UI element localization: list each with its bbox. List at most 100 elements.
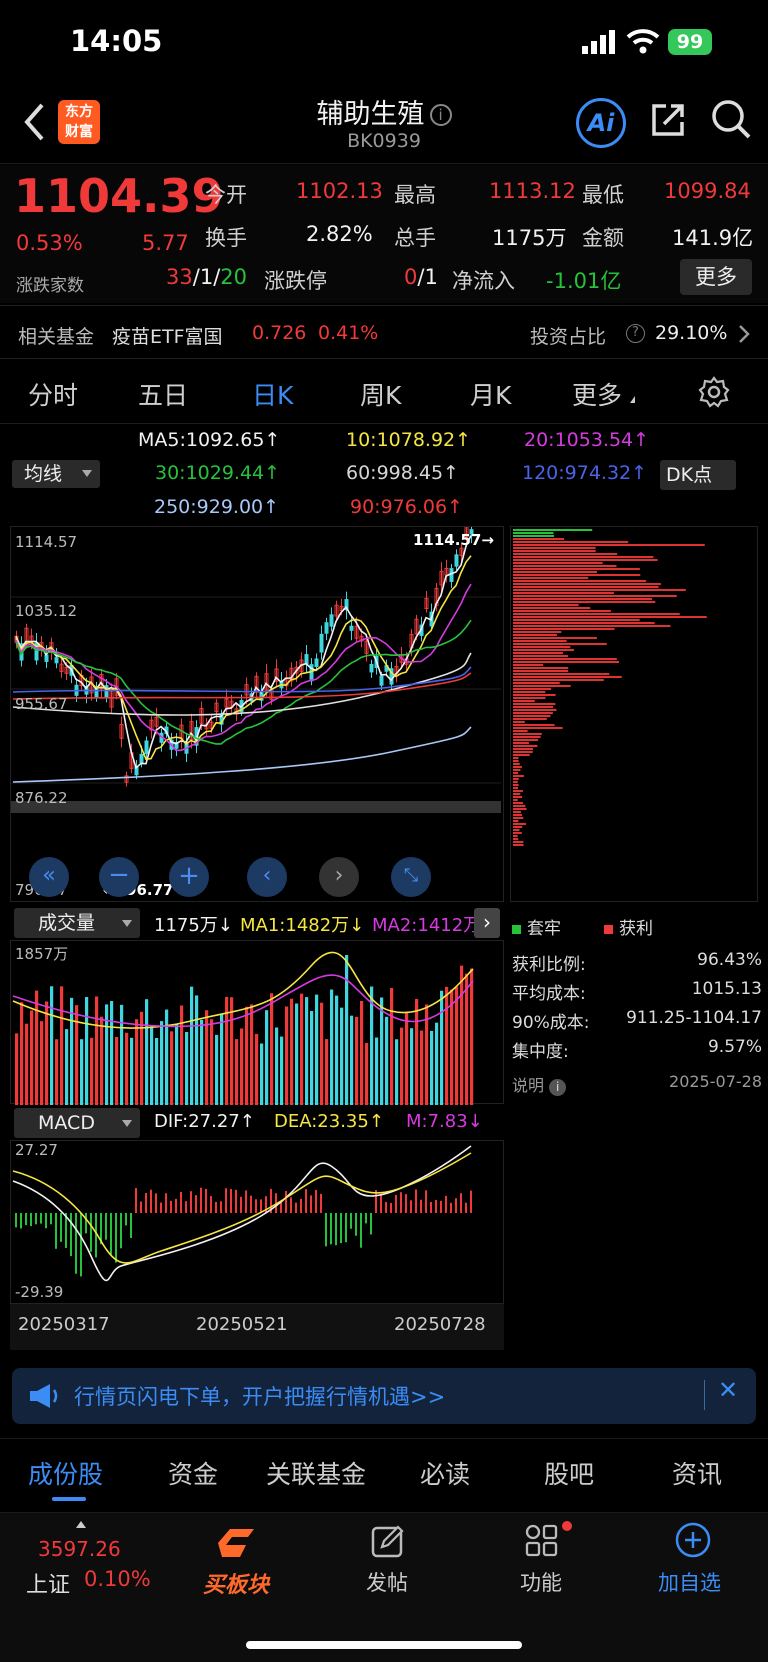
y-label-2: 1035.12 <box>15 602 78 620</box>
macd-histogram-bar <box>390 1202 392 1213</box>
macd-histogram-bar <box>45 1213 47 1229</box>
volume-bar <box>250 1004 254 1105</box>
promo-banner[interactable]: 行情页闪电下单，开户把握行情机遇>> ✕ <box>12 1368 756 1424</box>
add-watchlist-icon[interactable] <box>674 1521 712 1563</box>
macd-histogram-bar <box>175 1198 177 1213</box>
chip-bar <box>513 571 597 573</box>
macd-histogram-bar <box>260 1199 262 1213</box>
chip-bar <box>513 655 568 657</box>
tab-capital[interactable]: 资金 <box>168 1455 218 1491</box>
pan-left-button[interactable]: ‹ <box>247 857 287 897</box>
help-icon[interactable]: ? <box>626 324 645 343</box>
functions-icon[interactable] <box>524 1523 560 1563</box>
tab-related-funds[interactable]: 关联基金 <box>266 1455 366 1491</box>
index-name[interactable]: 上证 <box>26 1567 70 1599</box>
volume-bar <box>435 1022 439 1105</box>
share-icon[interactable] <box>648 100 688 144</box>
megaphone-icon <box>28 1382 60 1414</box>
zoom-minus-button[interactable]: − <box>99 857 139 897</box>
search-icon[interactable] <box>710 98 752 144</box>
index-pct[interactable]: 0.10% <box>84 1567 151 1591</box>
volume-bar <box>15 1033 19 1105</box>
chip-bar <box>513 739 539 741</box>
macd-selector[interactable]: MACD <box>14 1108 140 1138</box>
buy-board-button[interactable]: 买板块 <box>203 1567 269 1599</box>
candle-body <box>144 740 149 755</box>
add-watchlist-button[interactable]: 加自选 <box>658 1567 721 1597</box>
ma-selector[interactable]: 均线 <box>12 460 100 488</box>
chip-bar <box>513 829 520 831</box>
tab-news[interactable]: 资讯 <box>672 1455 722 1491</box>
chip-bar <box>513 685 571 687</box>
chevron-down-icon <box>122 920 132 927</box>
volume-bar <box>185 1031 189 1105</box>
tab-forum[interactable]: 股吧 <box>544 1455 594 1491</box>
macd-histogram-bar <box>400 1192 402 1213</box>
ai-button[interactable]: Ai <box>576 98 626 148</box>
info-icon[interactable]: i <box>429 104 452 126</box>
tab-monthly-k[interactable]: 月K <box>470 376 511 412</box>
chip-bar <box>513 574 641 576</box>
chip-note[interactable]: 说明 i <box>512 1072 567 1096</box>
volume-bar <box>405 1012 409 1105</box>
macd-histogram-bar <box>350 1213 352 1229</box>
expand-indicators-button[interactable]: › <box>474 908 500 938</box>
chip-bar <box>513 586 659 588</box>
tab-constituents[interactable]: 成份股 <box>28 1455 103 1491</box>
volume-bar <box>125 1032 129 1105</box>
tab-more[interactable]: 更多 <box>572 376 622 412</box>
volume-bar <box>135 1019 139 1105</box>
chip-bar <box>513 769 521 771</box>
zoom-plus-button[interactable]: + <box>169 857 209 897</box>
volume-current: 1175万↓ <box>154 915 233 936</box>
zoom-out-far-button[interactable]: « <box>29 857 69 897</box>
macd-histogram-bar <box>90 1213 92 1252</box>
limit-label: 涨跌停 <box>264 269 327 293</box>
volume-y-max: 1857万 <box>15 945 69 963</box>
dk-point-button[interactable]: DK点 <box>660 460 736 490</box>
chip-bar <box>513 694 556 696</box>
volume-bar <box>210 1019 214 1105</box>
chip-bar <box>513 712 553 714</box>
more-button[interactable]: 更多 <box>680 259 752 295</box>
tab-daily-k[interactable]: 日K <box>252 376 293 412</box>
volume-bar <box>335 995 339 1105</box>
chip-bar <box>513 736 541 738</box>
macd-histogram-bar <box>140 1201 142 1213</box>
volume-header: 成交量 1175万↓ MA1:1482万↓ MA2:1412万 › <box>10 906 504 940</box>
chip-bar <box>513 646 571 648</box>
chip-distribution <box>510 526 758 902</box>
tab-must-read[interactable]: 必读 <box>420 1455 470 1491</box>
ma60-value: 60:998.45↑ <box>346 462 459 484</box>
post-icon[interactable] <box>370 1523 406 1563</box>
tab-intraday[interactable]: 分时 <box>28 376 78 412</box>
post-button[interactable]: 发帖 <box>366 1567 408 1597</box>
limit-up: 0 <box>404 265 418 289</box>
chip-bar <box>513 763 520 765</box>
close-icon[interactable]: ✕ <box>718 1376 738 1404</box>
kline-svg <box>11 518 501 813</box>
volume-bar <box>195 995 199 1105</box>
pan-right-button[interactable]: › <box>319 857 359 897</box>
signal-icon <box>582 30 618 58</box>
amount-label: 金额 <box>582 226 624 250</box>
volume-chart[interactable]: 1857万 <box>10 940 504 1105</box>
volume-bar <box>325 1039 329 1105</box>
macd-chart[interactable]: 27.27 -29.39 <box>10 1140 504 1304</box>
fullscreen-button[interactable]: ⤡ <box>391 857 431 897</box>
volume-bar <box>415 998 419 1105</box>
ma20-value: 20:1053.54↑ <box>524 429 650 451</box>
volume-selector[interactable]: 成交量 <box>14 908 140 938</box>
buy-board-icon[interactable] <box>214 1523 260 1567</box>
gear-icon[interactable] <box>698 376 730 412</box>
tab-five-day[interactable]: 五日 <box>138 376 188 412</box>
related-fund-bar[interactable]: 相关基金 疫苗ETF富国 0.726 0.41% 投资占比 ? 29.10% <box>0 305 768 359</box>
macd-histogram-bar <box>30 1213 32 1227</box>
tab-weekly-k[interactable]: 周K <box>360 376 401 412</box>
kline-chart[interactable]: 1114.57 1035.12 955.67 876.22 796.77 111… <box>10 518 504 902</box>
date-label-mid: 20250521 <box>196 1314 288 1335</box>
functions-button[interactable]: 功能 <box>520 1567 562 1597</box>
index-value[interactable]: 3597.26 <box>38 1537 121 1561</box>
chip-avg-cost-value: 1015.13 <box>691 979 762 999</box>
fund-price: 0.726 <box>252 322 307 344</box>
